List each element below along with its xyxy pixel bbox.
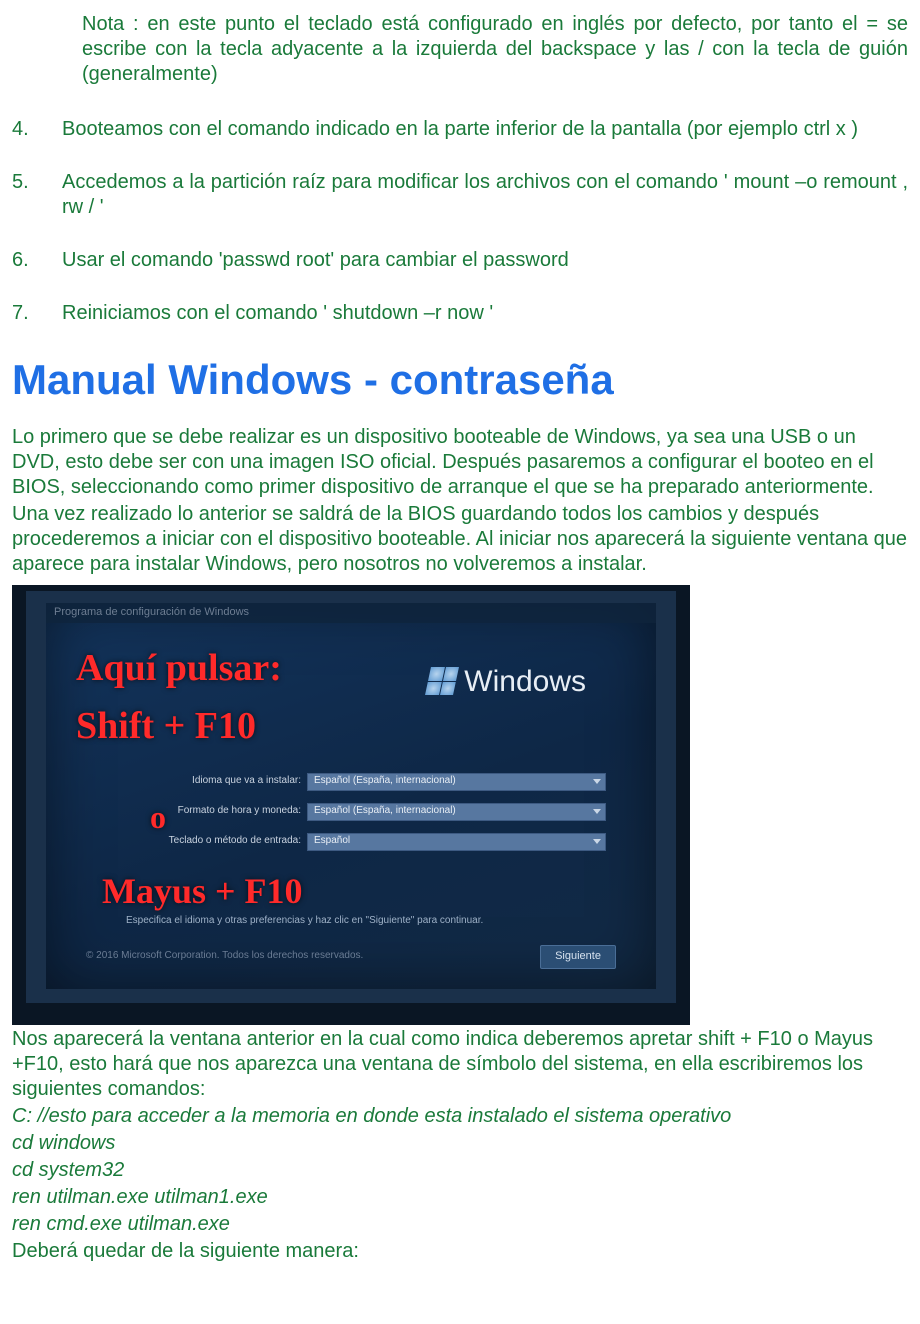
windows-setup-screenshot: Programa de configuración de Windows Win… xyxy=(12,585,690,1025)
form-row-keyboard: Teclado o método de entrada: Español xyxy=(126,831,606,853)
keyboard-select[interactable]: Español xyxy=(307,833,606,851)
annotation-text-2: Shift + F10 xyxy=(76,703,256,751)
windows-brand-text: Windows xyxy=(464,663,586,701)
windows-logo: Windows xyxy=(428,663,586,701)
command-line-2: cd windows xyxy=(12,1131,908,1156)
command-line-5: ren cmd.exe utilman.exe xyxy=(12,1212,908,1237)
note-paragraph: Nota : en este punto el teclado está con… xyxy=(12,12,908,87)
paragraph-1: Lo primero que se debe realizar es un di… xyxy=(12,425,908,500)
section-heading: Manual Windows - contraseña xyxy=(12,354,908,407)
form-label: Teclado o método de entrada: xyxy=(126,835,307,848)
annotation-text-3: o xyxy=(150,797,166,837)
paragraph-3: Nos aparecerá la ventana anterior en la … xyxy=(12,1027,908,1102)
paragraph-2: Una vez realizado lo anterior se saldrá … xyxy=(12,502,908,577)
form-row-language: Idioma que va a instalar: Español (Españ… xyxy=(126,771,606,793)
command-line-3: cd system32 xyxy=(12,1158,908,1183)
windows-flag-icon xyxy=(425,667,459,695)
step-7: 7. Reiniciamos con el comando ' shutdown… xyxy=(12,301,908,326)
step-text: Booteamos con el comando indicado en la … xyxy=(62,117,908,142)
step-6: 6. Usar el comando 'passwd root' para ca… xyxy=(12,248,908,273)
command-line-1: C: //esto para acceder a la memoria en d… xyxy=(12,1104,908,1129)
hint-text: Especifica el idioma y otras preferencia… xyxy=(126,915,483,928)
next-button[interactable]: Siguiente xyxy=(540,945,616,969)
command-line-4: ren utilman.exe utilman1.exe xyxy=(12,1185,908,1210)
annotation-text-4: Mayus + F10 xyxy=(102,869,303,914)
copyright-text: © 2016 Microsoft Corporation. Todos los … xyxy=(86,950,363,963)
step-number: 7. xyxy=(12,301,62,326)
step-number: 5. xyxy=(12,170,62,220)
step-4: 4. Booteamos con el comando indicado en … xyxy=(12,117,908,142)
step-number: 6. xyxy=(12,248,62,273)
paragraph-4: Deberá quedar de la siguiente manera: xyxy=(12,1239,908,1264)
language-select[interactable]: Español (España, internacional) xyxy=(307,773,606,791)
annotation-text-1: Aquí pulsar: xyxy=(76,645,282,693)
form-row-locale: Formato de hora y moneda: Español (Españ… xyxy=(126,801,606,823)
step-text: Usar el comando 'passwd root' para cambi… xyxy=(62,248,908,273)
step-5: 5. Accedemos a la partición raíz para mo… xyxy=(12,170,908,220)
locale-select[interactable]: Español (España, internacional) xyxy=(307,803,606,821)
form-label: Idioma que va a instalar: xyxy=(126,775,307,788)
step-number: 4. xyxy=(12,117,62,142)
step-text: Accedemos a la partición raíz para modif… xyxy=(62,170,908,220)
step-text: Reiniciamos con el comando ' shutdown –r… xyxy=(62,301,908,326)
window-titlebar: Programa de configuración de Windows xyxy=(46,603,656,623)
